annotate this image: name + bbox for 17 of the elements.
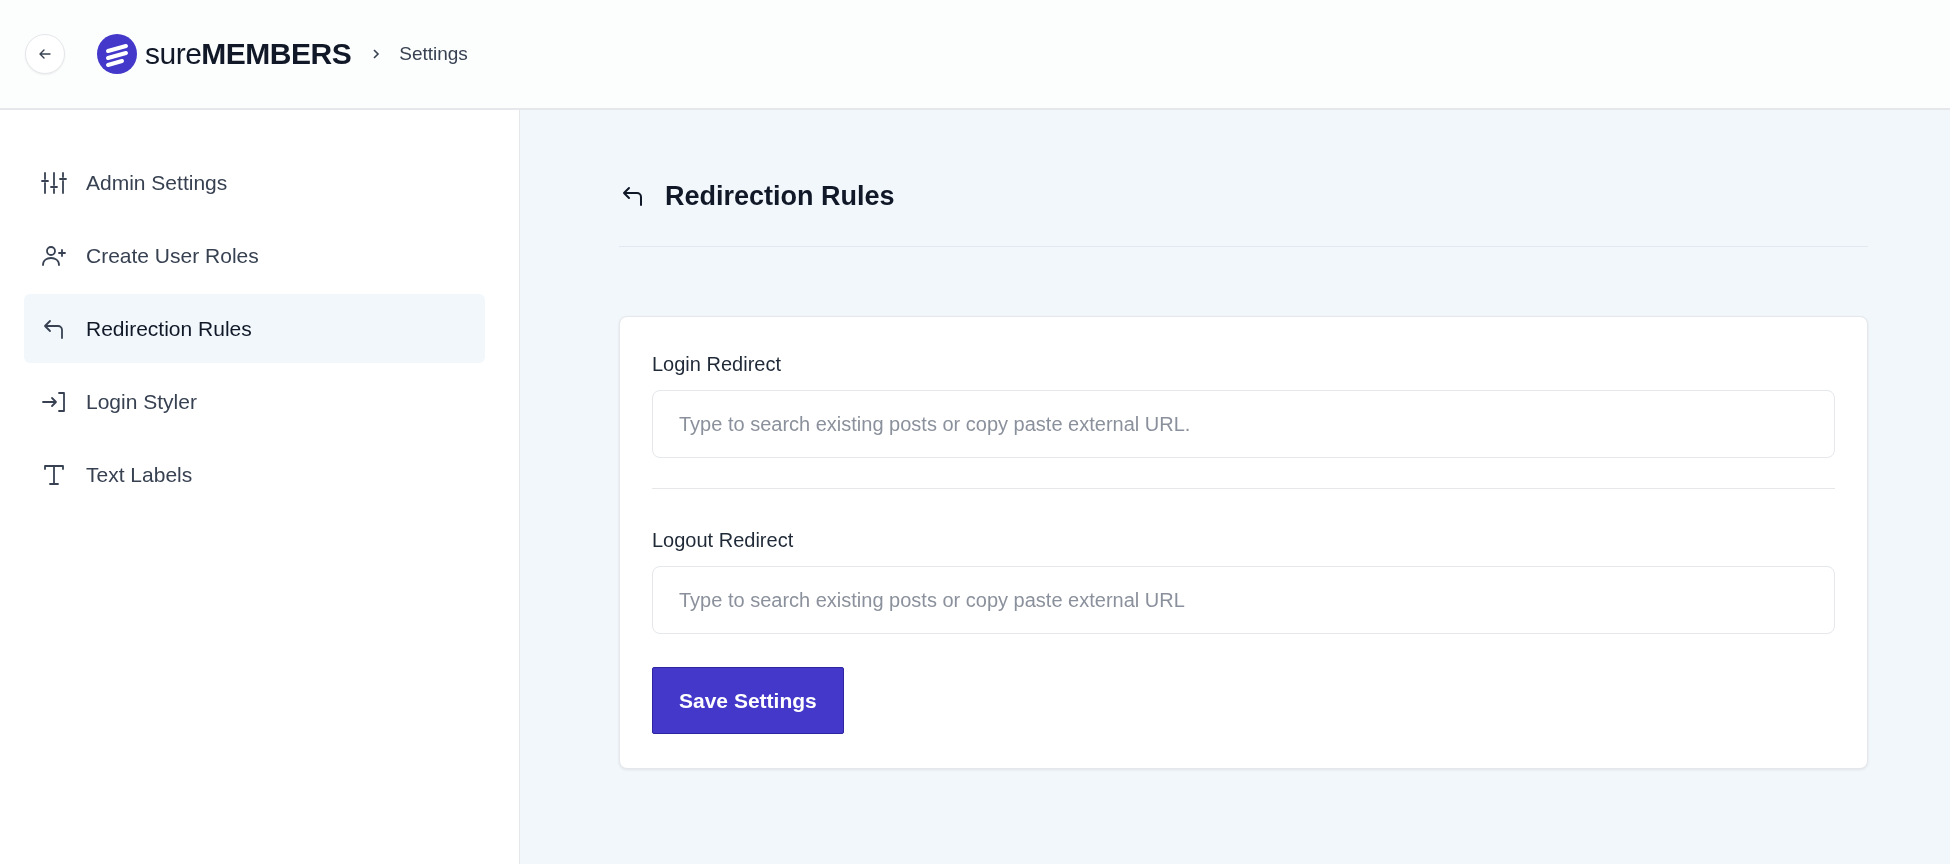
back-button[interactable] — [25, 34, 65, 74]
logo-icon — [97, 34, 137, 74]
url-input-field[interactable]: Type to search existing posts or copy paste external URL — [652, 566, 1835, 634]
sidebar-item[interactable]: Admin Settings — [24, 148, 485, 217]
back-arrow-icon — [38, 47, 52, 61]
sidebar-item[interactable]: Text Labels — [24, 440, 485, 509]
sidebar-item[interactable]: Redirection Rules — [24, 294, 485, 363]
sidebar-item[interactable]: Create User Roles — [24, 221, 485, 290]
brand-name: sureMEMBERS — [145, 37, 352, 71]
url-input-field[interactable]: Type to search existing posts or copy paste external URL. — [652, 390, 1835, 458]
field-label: Logout Redirect — [652, 529, 794, 552]
chevron-right-icon — [371, 47, 382, 61]
sidebar-item[interactable]: Login Styler — [24, 367, 485, 436]
breadcrumb-text: Settings — [399, 43, 468, 65]
save-settings-button[interactable]: Save Settings — [652, 667, 844, 734]
page-title: Redirection Rules — [665, 180, 895, 212]
field-label: Login Redirect — [652, 353, 781, 376]
